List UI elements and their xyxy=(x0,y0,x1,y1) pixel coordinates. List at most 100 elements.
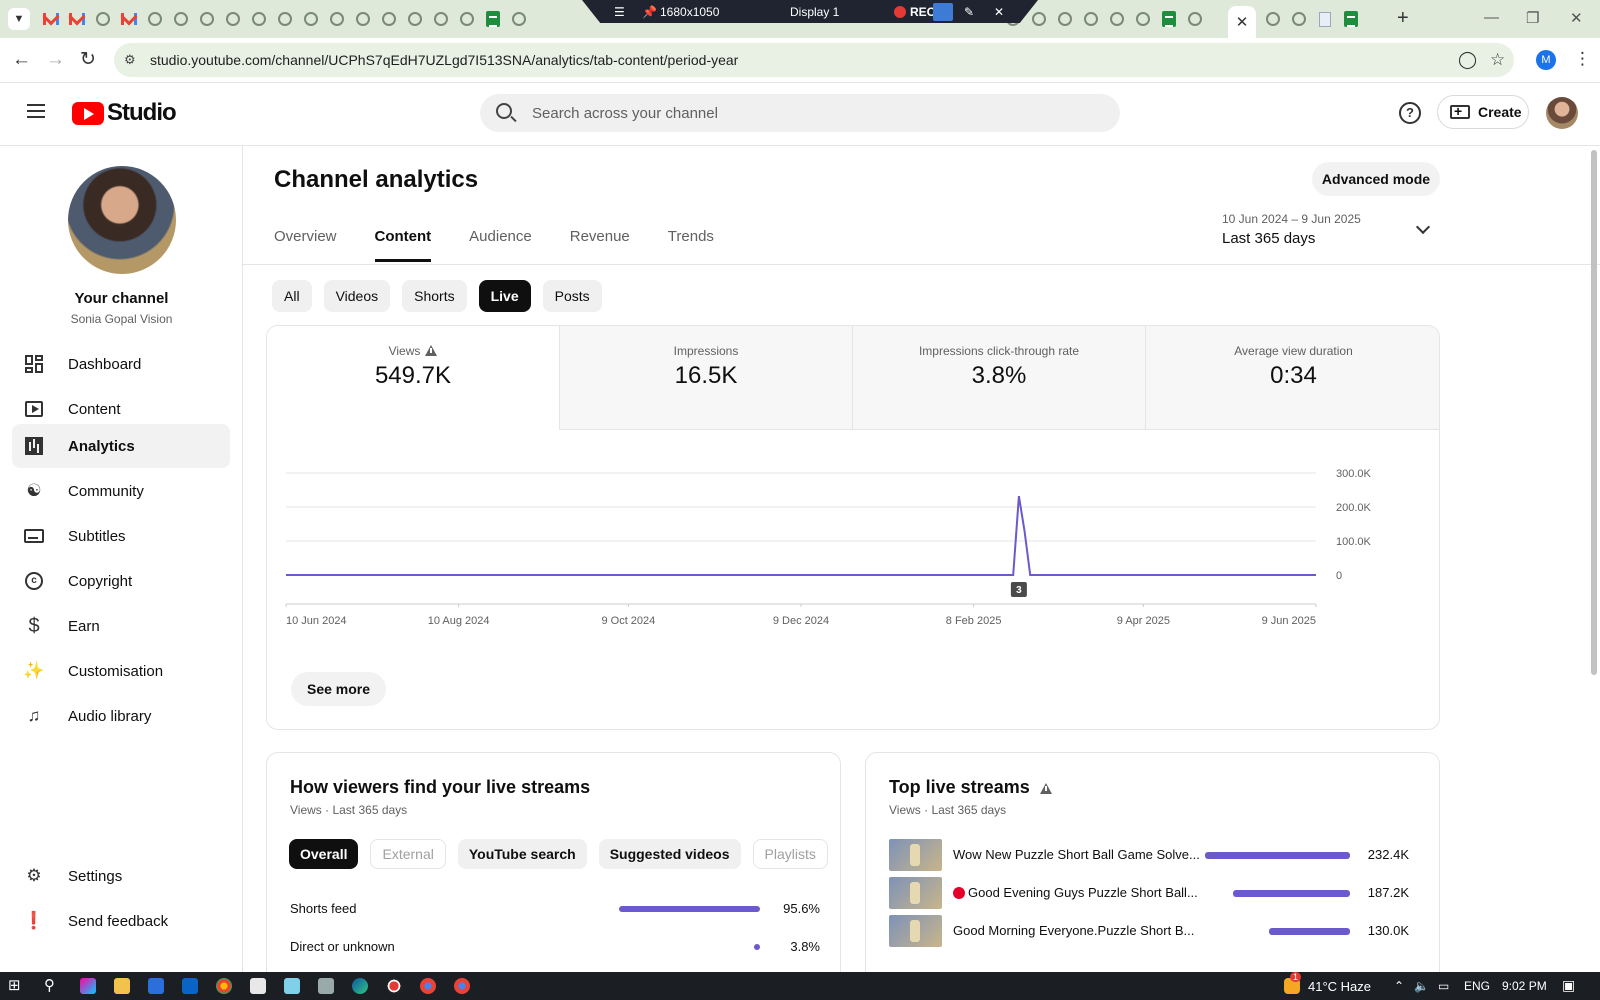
stream-thumbnail[interactable] xyxy=(889,877,942,909)
recorder-rec-button[interactable]: REC xyxy=(894,5,935,19)
sidebar-item-analytics[interactable]: Analytics xyxy=(12,424,230,468)
filter-live[interactable]: Live xyxy=(478,280,531,312)
document-icon[interactable] xyxy=(250,978,266,994)
sidebar-item-audio-library[interactable]: ♫ Audio library xyxy=(12,694,230,738)
sidebar-item-community[interactable]: ☯ Community xyxy=(12,469,230,513)
chip-suggested-videos[interactable]: Suggested videos xyxy=(598,839,741,869)
tab-content[interactable]: Content xyxy=(374,228,432,262)
recorder-close-icon[interactable]: ✕ xyxy=(994,5,1004,19)
sidebar-item-earn[interactable]: $ Earn xyxy=(12,604,230,648)
metric-ctr[interactable]: Impressions click-through rate 3.8% xyxy=(853,326,1146,430)
help-icon[interactable]: ? xyxy=(1399,102,1421,124)
filter-posts[interactable]: Posts xyxy=(542,280,602,312)
tab-favicon-icon[interactable] xyxy=(350,10,376,28)
warning-icon[interactable] xyxy=(425,345,438,356)
filter-shorts[interactable]: Shorts xyxy=(402,280,467,312)
volume-icon[interactable]: 🔈 xyxy=(1414,979,1429,993)
tab-favicon-icon[interactable] xyxy=(1052,10,1078,28)
filter-all[interactable]: All xyxy=(272,280,312,312)
tab-favicon-icon[interactable] xyxy=(168,10,194,28)
tab-favicon-icon[interactable] xyxy=(1260,10,1286,28)
tab-favicon-icon[interactable] xyxy=(298,10,324,28)
tab-favicon-icon[interactable] xyxy=(480,10,506,28)
edge-icon[interactable] xyxy=(352,978,368,994)
recorder-pin-icon[interactable]: 📌 xyxy=(642,5,657,19)
search-input[interactable] xyxy=(532,94,1092,132)
stream-title[interactable]: Good Morning Everyone.Puzzle Short B... xyxy=(953,923,1194,938)
chrome-icon[interactable] xyxy=(216,978,232,994)
recorder-pen-icon[interactable]: ✎ xyxy=(964,5,974,19)
tab-favicon-icon[interactable] xyxy=(1130,10,1156,28)
active-tab-close-icon[interactable]: ✕ xyxy=(1228,6,1256,38)
language-indicator[interactable]: ENG xyxy=(1464,979,1490,993)
clock[interactable]: 9:02 PM xyxy=(1502,979,1547,993)
advanced-mode-button[interactable]: Advanced mode xyxy=(1312,162,1440,196)
windows-start-icon[interactable]: ⊞ xyxy=(8,976,24,994)
search-icon[interactable] xyxy=(496,103,512,119)
site-info-icon[interactable]: ⚙ xyxy=(124,52,140,68)
outlook-icon[interactable] xyxy=(182,978,198,994)
sidebar-item-dashboard[interactable]: Dashboard xyxy=(12,342,230,386)
metric-avg-view-duration[interactable]: Average view duration 0:34 xyxy=(1146,326,1439,430)
stream-row[interactable]: Good Evening Guys Puzzle Short Ball... 1… xyxy=(889,877,1409,909)
create-button[interactable]: Create xyxy=(1437,95,1529,129)
tab-favicon-icon[interactable] xyxy=(454,10,480,28)
sidebar-item-send-feedback[interactable]: ❗ Send feedback xyxy=(12,899,230,943)
notepad-icon[interactable] xyxy=(284,978,300,994)
tab-favicon-icon[interactable] xyxy=(1338,10,1364,28)
tab-audience[interactable]: Audience xyxy=(469,228,532,262)
stream-title[interactable]: Wow New Puzzle Short Ball Game Solve... xyxy=(953,847,1200,862)
tab-favicon-icon[interactable] xyxy=(402,10,428,28)
minimize-window-icon[interactable]: — xyxy=(1484,9,1499,26)
browser-profile-avatar[interactable]: M xyxy=(1536,50,1556,70)
recorder-app-icon[interactable] xyxy=(386,978,402,994)
tab-favicon-icon[interactable] xyxy=(64,10,90,28)
tab-favicon-icon[interactable] xyxy=(1286,10,1312,28)
tab-favicon-icon[interactable] xyxy=(1078,10,1104,28)
sidebar-item-subtitles[interactable]: Subtitles xyxy=(12,514,230,558)
tab-favicon-icon[interactable] xyxy=(1156,10,1182,28)
close-window-icon[interactable]: ✕ xyxy=(1570,9,1583,27)
tab-favicon-icon[interactable] xyxy=(1104,10,1130,28)
tab-search-chevron-icon[interactable]: ▼ xyxy=(8,8,30,30)
filter-videos[interactable]: Videos xyxy=(323,280,391,312)
tab-favicon-icon[interactable] xyxy=(220,10,246,28)
chip-external[interactable]: External xyxy=(370,839,446,869)
new-tab-icon[interactable]: + xyxy=(1397,8,1409,28)
chevron-down-icon[interactable] xyxy=(1415,219,1431,235)
stream-thumbnail[interactable] xyxy=(889,915,942,947)
chrome-profile-icon[interactable] xyxy=(420,978,436,994)
tab-overview[interactable]: Overview xyxy=(274,228,337,262)
tab-favicon-icon[interactable] xyxy=(324,10,350,28)
chip-youtube-search[interactable]: YouTube search xyxy=(457,839,587,869)
tab-favicon-icon[interactable] xyxy=(116,10,142,28)
stream-row[interactable]: Good Morning Everyone.Puzzle Short B... … xyxy=(889,915,1409,947)
studio-logo[interactable]: Studio xyxy=(72,99,177,127)
warning-icon[interactable] xyxy=(1039,783,1052,794)
calculator-icon[interactable] xyxy=(318,978,334,994)
sidebar-item-copyright[interactable]: c Copyright xyxy=(12,559,230,603)
tab-favicon-icon[interactable] xyxy=(506,10,532,28)
tab-favicon-icon[interactable] xyxy=(1026,10,1052,28)
metric-views[interactable]: Views 549.7K xyxy=(267,326,560,430)
chip-playlists[interactable]: Playlists xyxy=(752,839,828,869)
tab-favicon-icon[interactable] xyxy=(272,10,298,28)
tab-revenue[interactable]: Revenue xyxy=(570,228,630,262)
network-icon[interactable]: ▭ xyxy=(1438,979,1449,993)
tab-favicon-icon[interactable] xyxy=(194,10,220,28)
taskbar-search-icon[interactable]: ⚲ xyxy=(44,976,60,994)
back-arrow-icon[interactable]: ← xyxy=(12,50,31,70)
tab-favicon-icon[interactable] xyxy=(428,10,454,28)
recorder-camera-button[interactable] xyxy=(933,3,953,21)
tab-favicon-icon[interactable] xyxy=(90,10,116,28)
restore-window-icon[interactable]: ❐ xyxy=(1526,9,1539,27)
channel-avatar[interactable] xyxy=(68,166,176,274)
chrome-profile-2-icon[interactable] xyxy=(454,978,470,994)
tab-favicon-icon[interactable] xyxy=(1312,10,1338,28)
tab-trends[interactable]: Trends xyxy=(668,228,714,262)
reload-icon[interactable]: ↻ xyxy=(80,50,96,70)
copilot-icon[interactable] xyxy=(80,978,96,994)
stream-thumbnail[interactable] xyxy=(889,839,942,871)
tab-favicon-icon[interactable] xyxy=(1182,10,1208,28)
recorder-menu-icon[interactable]: ☰ xyxy=(614,5,625,19)
